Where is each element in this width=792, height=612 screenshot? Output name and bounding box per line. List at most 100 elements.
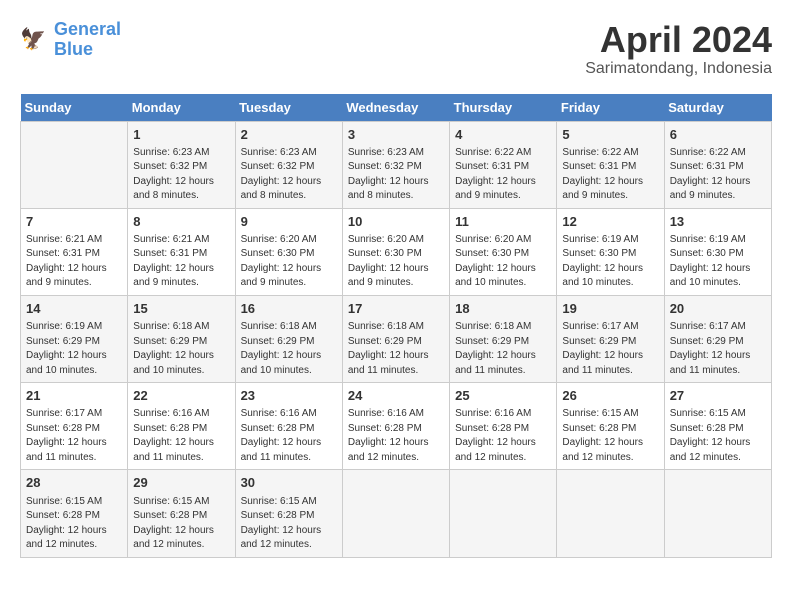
day-number: 25 — [455, 387, 551, 405]
day-info: Sunrise: 6:21 AM Sunset: 6:31 PM Dayligh… — [133, 233, 229, 291]
calendar-cell — [21, 121, 128, 208]
calendar-cell: 1 Sunrise: 6:23 AM Sunset: 6:32 PM Daylig… — [128, 121, 235, 208]
day-number: 6 — [670, 126, 766, 144]
calendar-week-row: 7 Sunrise: 6:21 AM Sunset: 6:31 PM Daylig… — [21, 208, 772, 295]
day-number: 2 — [241, 126, 337, 144]
header-day-monday: Monday — [128, 94, 235, 122]
calendar-cell: 5Sunrise: 6:22 AM Sunset: 6:31 PM Daylig… — [557, 121, 664, 208]
calendar-cell: 28 Sunrise: 6:15 AM Sunset: 6:28 PM Dayli… — [21, 470, 128, 557]
calendar-cell: 7 Sunrise: 6:21 AM Sunset: 6:31 PM Daylig… — [21, 208, 128, 295]
day-info: Sunrise: 6:23 AM Sunset: 6:32 PM Dayligh… — [133, 146, 229, 204]
calendar-cell: 8 Sunrise: 6:21 AM Sunset: 6:31 PM Daylig… — [128, 208, 235, 295]
day-info: Sunrise: 6:15 AM Sunset: 6:28 PM Dayligh… — [241, 495, 337, 553]
day-info: Sunrise: 6:19 AM Sunset: 6:30 PM Dayligh… — [562, 233, 658, 291]
day-info: Sunrise: 6:17 AM Sunset: 6:29 PM Dayligh… — [670, 320, 766, 378]
month-title: April 2024 — [585, 20, 772, 60]
day-number: 4 — [455, 126, 551, 144]
calendar-cell: 22Sunrise: 6:16 AM Sunset: 6:28 PM Dayli… — [128, 383, 235, 470]
day-info: Sunrise: 6:21 AM Sunset: 6:31 PM Dayligh… — [26, 233, 122, 291]
logo: 🦅 GeneralBlue — [20, 20, 121, 60]
day-number: 23 — [241, 387, 337, 405]
calendar-cell: 27Sunrise: 6:15 AM Sunset: 6:28 PM Dayli… — [664, 383, 771, 470]
day-number: 14 — [26, 300, 122, 318]
day-number: 20 — [670, 300, 766, 318]
day-number: 27 — [670, 387, 766, 405]
calendar-cell — [450, 470, 557, 557]
calendar-cell: 30 Sunrise: 6:15 AM Sunset: 6:28 PM Dayli… — [235, 470, 342, 557]
calendar-header-row: SundayMondayTuesdayWednesdayThursdayFrid… — [21, 94, 772, 122]
day-info: Sunrise: 6:23 AM Sunset: 6:32 PM Dayligh… — [241, 146, 337, 204]
header-day-friday: Friday — [557, 94, 664, 122]
day-number: 26 — [562, 387, 658, 405]
day-info: Sunrise: 6:20 AM Sunset: 6:30 PM Dayligh… — [241, 233, 337, 291]
day-number: 1 — [133, 126, 229, 144]
day-info: Sunrise: 6:15 AM Sunset: 6:28 PM Dayligh… — [133, 495, 229, 553]
day-info: Sunrise: 6:18 AM Sunset: 6:29 PM Dayligh… — [241, 320, 337, 378]
day-number: 8 — [133, 213, 229, 231]
calendar-cell: 15 Sunrise: 6:18 AM Sunset: 6:29 PM Dayli… — [128, 295, 235, 382]
calendar-cell: 17 Sunrise: 6:18 AM Sunset: 6:29 PM Dayli… — [342, 295, 449, 382]
day-number: 17 — [348, 300, 444, 318]
calendar-cell: 4Sunrise: 6:22 AM Sunset: 6:31 PM Daylig… — [450, 121, 557, 208]
calendar-week-row: 28 Sunrise: 6:15 AM Sunset: 6:28 PM Dayli… — [21, 470, 772, 557]
day-info: Sunrise: 6:15 AM Sunset: 6:28 PM Dayligh… — [26, 495, 122, 553]
calendar-cell: 24 Sunrise: 6:16 AM Sunset: 6:28 PM Dayli… — [342, 383, 449, 470]
calendar-cell — [557, 470, 664, 557]
calendar-cell: 12Sunrise: 6:19 AM Sunset: 6:30 PM Dayli… — [557, 208, 664, 295]
calendar-cell: 2 Sunrise: 6:23 AM Sunset: 6:32 PM Daylig… — [235, 121, 342, 208]
calendar-cell: 11 Sunrise: 6:20 AM Sunset: 6:30 PM Dayli… — [450, 208, 557, 295]
calendar-cell: 23 Sunrise: 6:16 AM Sunset: 6:28 PM Dayli… — [235, 383, 342, 470]
day-info: Sunrise: 6:20 AM Sunset: 6:30 PM Dayligh… — [455, 233, 551, 291]
calendar-cell — [664, 470, 771, 557]
day-number: 29 — [133, 474, 229, 492]
day-number: 24 — [348, 387, 444, 405]
title-block: April 2024 Sarimatondang, Indonesia — [585, 20, 772, 78]
calendar-cell: 6Sunrise: 6:22 AM Sunset: 6:31 PM Daylig… — [664, 121, 771, 208]
header-day-saturday: Saturday — [664, 94, 771, 122]
day-number: 10 — [348, 213, 444, 231]
calendar-cell: 3 Sunrise: 6:23 AM Sunset: 6:32 PM Daylig… — [342, 121, 449, 208]
calendar-cell: 29 Sunrise: 6:15 AM Sunset: 6:28 PM Dayli… — [128, 470, 235, 557]
calendar-cell: 19Sunrise: 6:17 AM Sunset: 6:29 PM Dayli… — [557, 295, 664, 382]
day-number: 16 — [241, 300, 337, 318]
day-number: 28 — [26, 474, 122, 492]
day-info: Sunrise: 6:18 AM Sunset: 6:29 PM Dayligh… — [348, 320, 444, 378]
calendar-week-row: 21Sunrise: 6:17 AM Sunset: 6:28 PM Dayli… — [21, 383, 772, 470]
day-number: 7 — [26, 213, 122, 231]
day-number: 3 — [348, 126, 444, 144]
day-number: 15 — [133, 300, 229, 318]
calendar-cell: 18 Sunrise: 6:18 AM Sunset: 6:29 PM Dayli… — [450, 295, 557, 382]
day-info: Sunrise: 6:15 AM Sunset: 6:28 PM Dayligh… — [562, 407, 658, 465]
location-subtitle: Sarimatondang, Indonesia — [585, 60, 772, 78]
day-number: 11 — [455, 213, 551, 231]
calendar-cell: 21Sunrise: 6:17 AM Sunset: 6:28 PM Dayli… — [21, 383, 128, 470]
day-number: 30 — [241, 474, 337, 492]
calendar-cell: 10 Sunrise: 6:20 AM Sunset: 6:30 PM Dayli… — [342, 208, 449, 295]
logo-icon: 🦅 — [20, 25, 50, 55]
calendar-cell: 13Sunrise: 6:19 AM Sunset: 6:30 PM Dayli… — [664, 208, 771, 295]
day-number: 13 — [670, 213, 766, 231]
calendar-cell: 20 Sunrise: 6:17 AM Sunset: 6:29 PM Dayli… — [664, 295, 771, 382]
day-number: 9 — [241, 213, 337, 231]
calendar-cell: 25Sunrise: 6:16 AM Sunset: 6:28 PM Dayli… — [450, 383, 557, 470]
header-day-sunday: Sunday — [21, 94, 128, 122]
calendar-week-row: 14 Sunrise: 6:19 AM Sunset: 6:29 PM Dayli… — [21, 295, 772, 382]
day-info: Sunrise: 6:20 AM Sunset: 6:30 PM Dayligh… — [348, 233, 444, 291]
calendar-cell: 16 Sunrise: 6:18 AM Sunset: 6:29 PM Dayli… — [235, 295, 342, 382]
day-info: Sunrise: 6:18 AM Sunset: 6:29 PM Dayligh… — [455, 320, 551, 378]
logo-text: GeneralBlue — [54, 20, 121, 60]
day-number: 18 — [455, 300, 551, 318]
day-info: Sunrise: 6:23 AM Sunset: 6:32 PM Dayligh… — [348, 146, 444, 204]
header-day-thursday: Thursday — [450, 94, 557, 122]
day-info: Sunrise: 6:16 AM Sunset: 6:28 PM Dayligh… — [133, 407, 229, 465]
day-info: Sunrise: 6:16 AM Sunset: 6:28 PM Dayligh… — [348, 407, 444, 465]
header-day-tuesday: Tuesday — [235, 94, 342, 122]
day-number: 19 — [562, 300, 658, 318]
day-info: Sunrise: 6:16 AM Sunset: 6:28 PM Dayligh… — [241, 407, 337, 465]
day-info: Sunrise: 6:18 AM Sunset: 6:29 PM Dayligh… — [133, 320, 229, 378]
calendar-cell: 26 Sunrise: 6:15 AM Sunset: 6:28 PM Dayli… — [557, 383, 664, 470]
page-header: 🦅 GeneralBlue April 2024 Sarimatondang, … — [20, 20, 772, 78]
calendar-table: SundayMondayTuesdayWednesdayThursdayFrid… — [20, 94, 772, 558]
day-info: Sunrise: 6:19 AM Sunset: 6:29 PM Dayligh… — [26, 320, 122, 378]
header-day-wednesday: Wednesday — [342, 94, 449, 122]
